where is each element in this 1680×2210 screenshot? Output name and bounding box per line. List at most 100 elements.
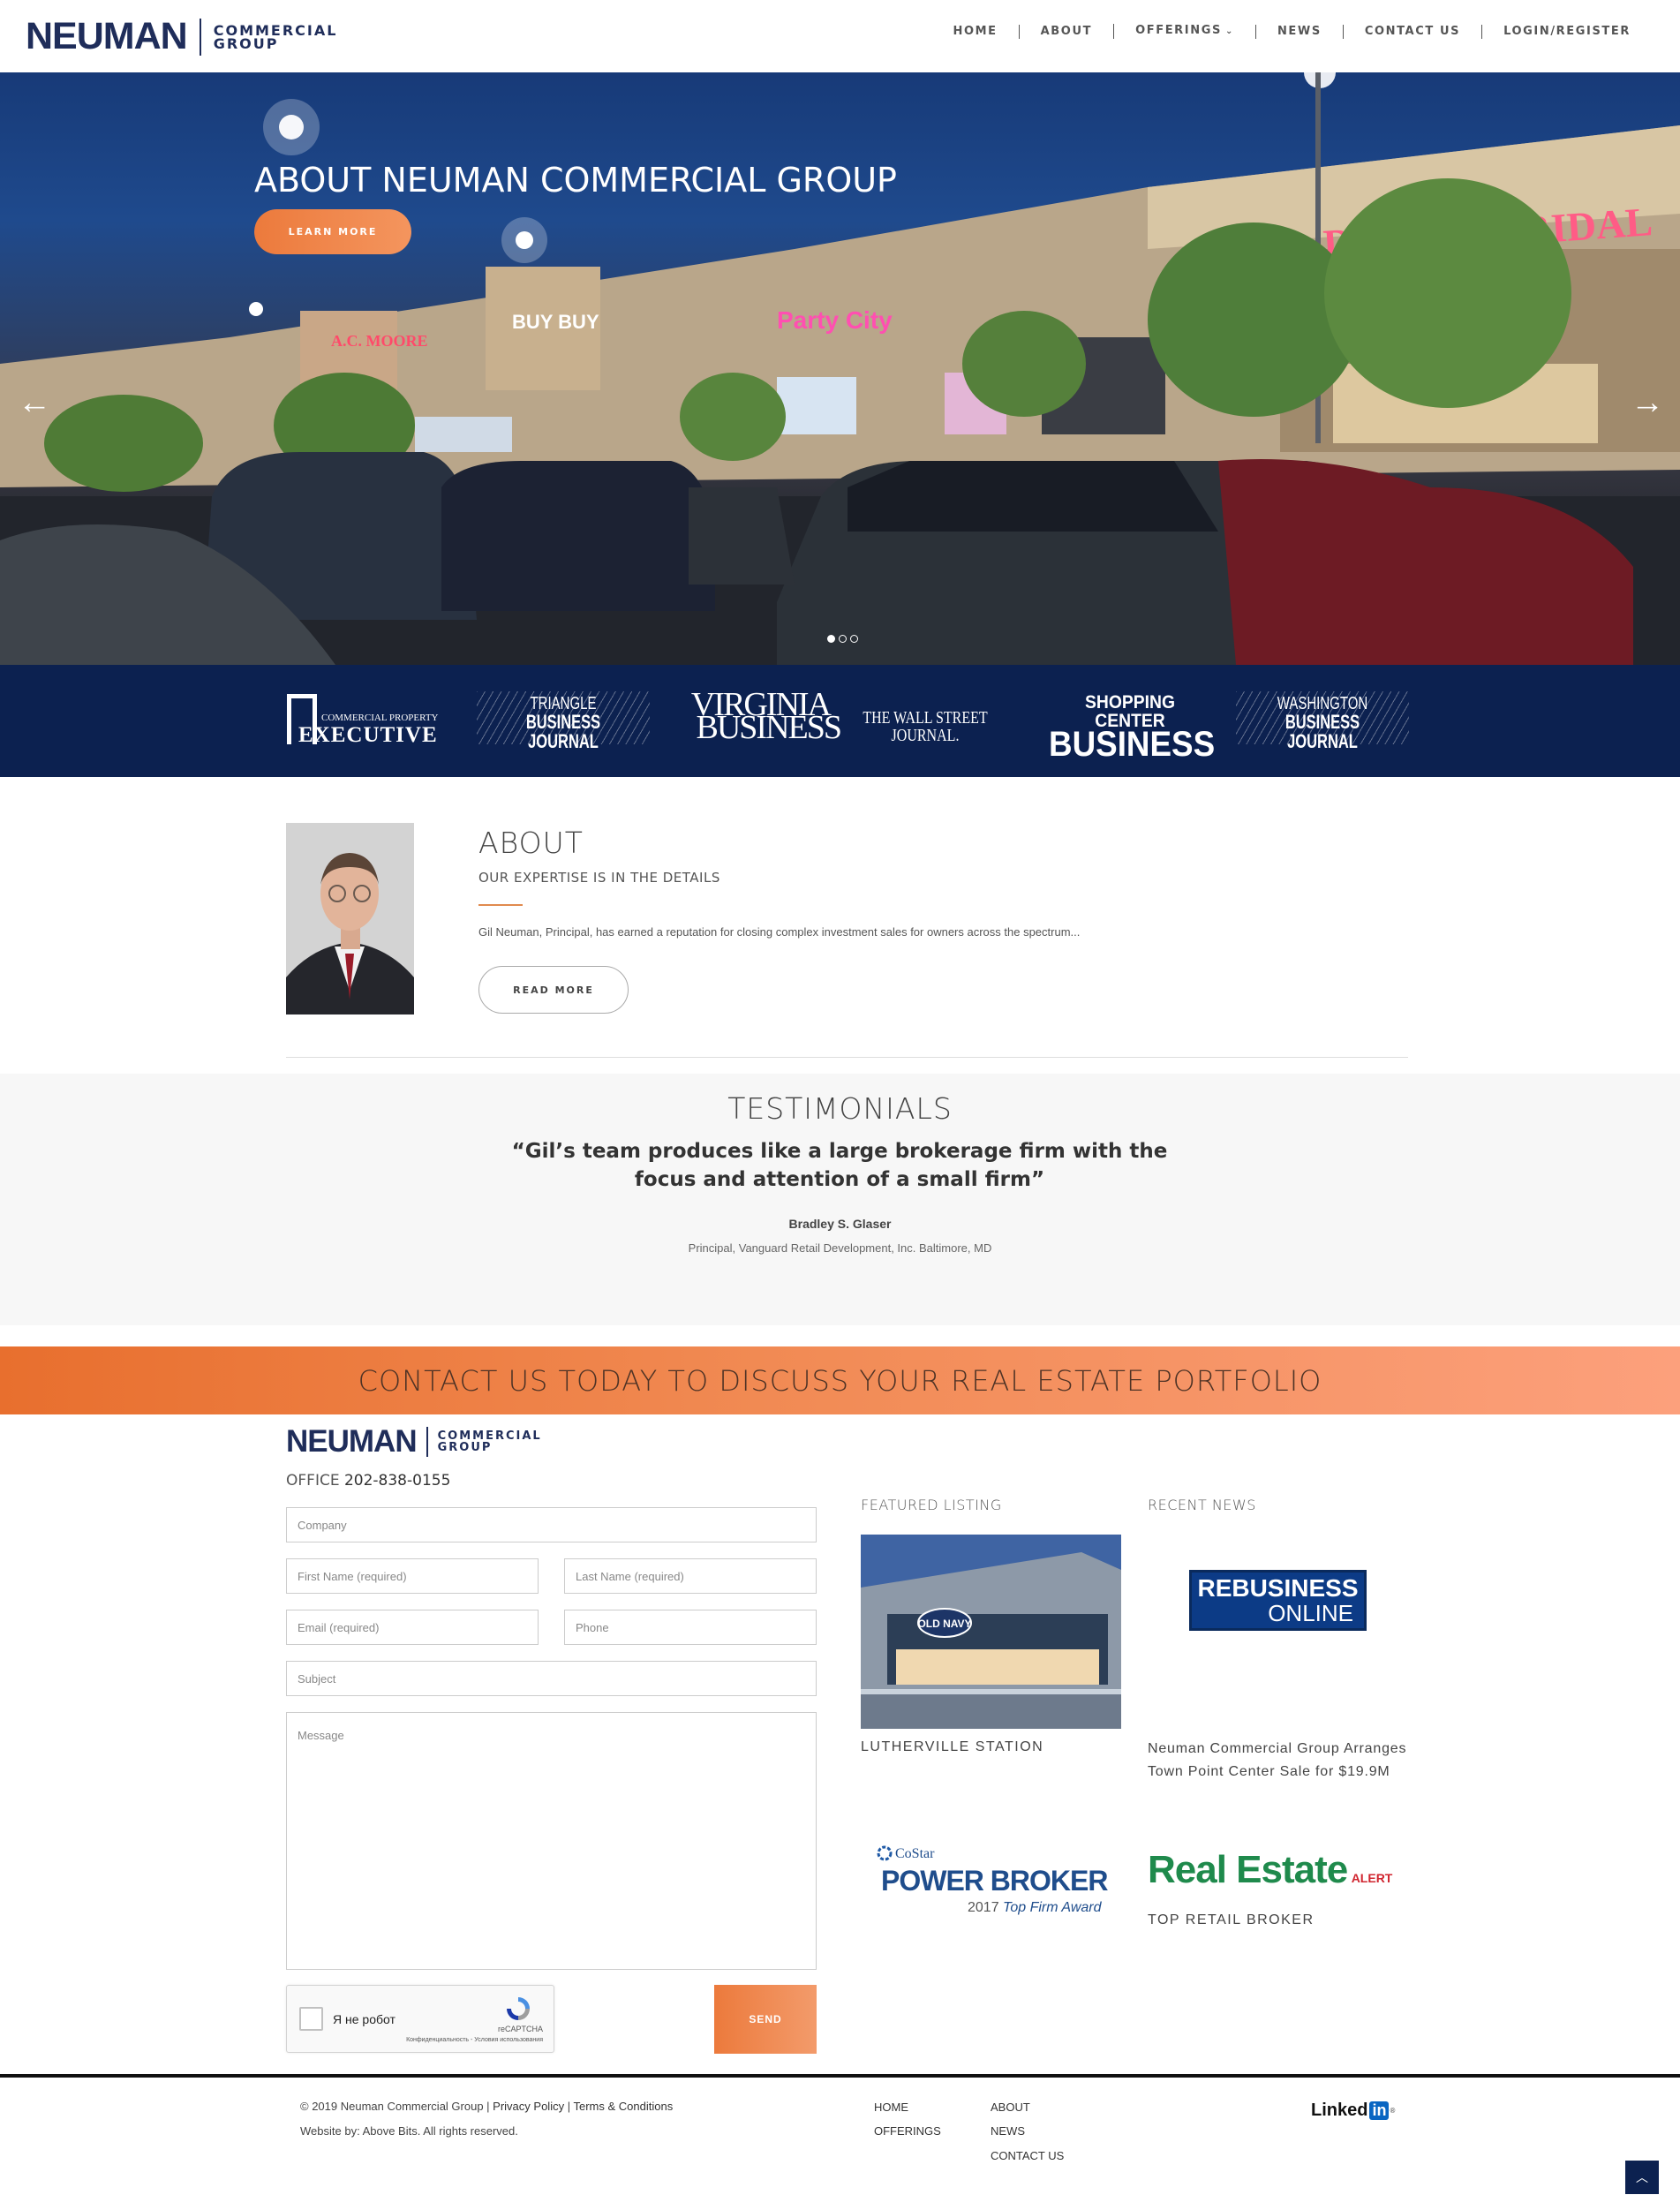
costar-award-text: Top Firm Award: [1003, 1900, 1102, 1915]
recent-news-title: RECENT NEWS: [1148, 1497, 1256, 1513]
recaptcha-brand: reCAPTCHA: [497, 2025, 543, 2033]
press-logos-strip: COMMERCIAL PROPERTY EXECUTIVE TRIANGLE B…: [0, 665, 1680, 777]
main-nav: HOME ABOUT OFFERINGS ⌄ NEWS CONTACT US LO…: [931, 24, 1652, 39]
chevron-down-icon: ⌄: [1224, 26, 1234, 36]
real-estate-alert-sub: ALERT: [1351, 1871, 1393, 1885]
slider-dot-3[interactable]: [850, 635, 858, 643]
testimonials-title: TESTIMONIALS: [727, 1091, 953, 1126]
footer-logo-sub-2: GROUP: [437, 1440, 493, 1454]
hero-sign-party-city: Party City: [777, 306, 893, 334]
nav-login[interactable]: LOGIN/REGISTER: [1481, 24, 1652, 39]
tbj-line-1: TRIANGLE: [530, 694, 597, 713]
terms-link[interactable]: Terms & Conditions: [574, 2100, 674, 2113]
principal-photo: [286, 823, 414, 1014]
footer-logo-subtitle: COMMERCIAL GROUP: [438, 1430, 542, 1453]
footer-link-contact[interactable]: CONTACT US: [991, 2149, 1064, 2162]
news-caption[interactable]: Neuman Commercial Group Arranges Town Po…: [1148, 1738, 1413, 1784]
arrow-right-icon[interactable]: →: [1631, 386, 1664, 419]
logo-sub-line-2: GROUP: [213, 34, 279, 52]
hero-title: ABOUT NEUMAN COMMERCIAL GROUP: [254, 161, 897, 200]
copyright-separator: |: [567, 2100, 571, 2113]
featured-store-sign: OLD NAVY: [917, 1618, 971, 1630]
chevron-up-icon[interactable]: ︿: [1625, 2161, 1659, 2194]
phone-field[interactable]: Phone: [564, 1610, 817, 1645]
costar-award: 2017 Top Firm Award: [968, 1900, 1102, 1916]
message-field[interactable]: Message: [286, 1712, 817, 1970]
nav-news[interactable]: NEWS: [1254, 24, 1343, 39]
about-subtitle: OUR EXPERTISE IS IN THE DETAILS: [478, 870, 720, 886]
testimonials-section: TESTIMONIALS “Gil’s team produces like a…: [0, 1074, 1680, 1325]
footer-rule: [0, 2074, 1680, 2078]
footer-logo-wordmark: NEUMAN: [286, 1424, 418, 1459]
costar-power-broker: POWER BROKER: [881, 1865, 1108, 1897]
tbj-line-2: BUSINESS JOURNAL: [525, 711, 601, 752]
linkedin-icon[interactable]: Linked in ®: [1311, 2101, 1395, 2121]
privacy-policy-link[interactable]: Privacy Policy: [493, 2100, 564, 2113]
rebusiness-line-2: ONLINE: [1268, 1600, 1353, 1626]
logo-divider: [199, 18, 201, 56]
testimonial-author: Bradley S. Glaser: [788, 1217, 892, 1231]
scb-line-2: BUSINESS: [1049, 725, 1216, 764]
featured-listing-caption[interactable]: LUTHERVILLE STATION: [861, 1739, 1043, 1755]
section-divider: [286, 1057, 1408, 1058]
recaptcha-checkbox[interactable]: [299, 2007, 323, 2031]
testimonial-role: Principal, Vanguard Retail Development, …: [688, 1241, 992, 1255]
press-logo-washington-bj: WASHINGTON BUSINESS JOURNAL: [1236, 691, 1409, 751]
wbj-line-2: BUSINESS JOURNAL: [1284, 711, 1360, 752]
slider-dots: [827, 635, 858, 643]
office-phone-line: OFFICE 202-838-0155: [286, 1472, 450, 1490]
featured-listing-image[interactable]: OLD NAVY: [861, 1535, 1121, 1729]
footer-link-news[interactable]: NEWS: [991, 2124, 1025, 2138]
footer-logo[interactable]: NEUMAN COMMERCIAL GROUP: [286, 1426, 542, 1457]
recaptcha-terms[interactable]: Конфиденциальность - Условия использован…: [406, 2037, 543, 2043]
press-logo-shopping-center-business: SHOPPING CENTER BUSINESS: [1042, 693, 1218, 762]
nav-offerings-label: OFFERINGS: [1135, 24, 1222, 37]
about-accent-line: [478, 904, 523, 906]
real-estate-alert-logo: Real Estate ALERT: [1148, 1848, 1413, 1901]
linkedin-text: Linked: [1311, 2101, 1368, 2120]
send-button[interactable]: SEND: [714, 1985, 817, 2054]
top-retail-broker-caption: TOP RETAIL BROKER: [1148, 1912, 1315, 1927]
copyright-line: © 2019 Neuman Commercial Group | Privacy…: [300, 2100, 673, 2113]
footer-link-home[interactable]: HOME: [874, 2101, 908, 2114]
logo-wordmark: NEUMAN: [26, 15, 188, 57]
first-name-field[interactable]: First Name (required): [286, 1558, 539, 1594]
featured-listing-title: FEATURED LISTING: [861, 1497, 1002, 1513]
site-logo[interactable]: NEUMAN COMMERCIAL GROUP: [26, 18, 337, 56]
rebusiness-line-1: REBUSINESS: [1197, 1574, 1359, 1602]
nav-offerings[interactable]: OFFERINGS ⌄: [1113, 24, 1255, 39]
nav-about[interactable]: ABOUT: [1018, 24, 1113, 39]
hero-slider: A.C. MOORE DAVID'S BRIDAL Party City BUY…: [0, 72, 1680, 665]
press-logo-wsj: THE WALL STREET JOURNAL.: [863, 708, 988, 745]
read-more-button[interactable]: READ MORE: [478, 966, 629, 1014]
nav-contact[interactable]: CONTACT US: [1342, 24, 1481, 39]
hero-sign-buybuy: BUY BUY: [512, 311, 599, 333]
company-field[interactable]: Company: [286, 1507, 817, 1542]
copyright-text: © 2019 Neuman Commercial Group |: [300, 2100, 490, 2113]
office-phone[interactable]: 202-838-0155: [344, 1472, 450, 1490]
rebusiness-online-logo[interactable]: REBUSINESS ONLINE: [1189, 1570, 1367, 1631]
arrow-left-icon[interactable]: ←: [18, 386, 51, 419]
site-header: NEUMAN COMMERCIAL GROUP HOME ABOUT OFFER…: [0, 0, 1680, 72]
press-logo-virginia-business: VIRGINIA BUSINESS: [664, 688, 842, 744]
office-label: OFFICE: [286, 1472, 340, 1490]
costar-star-icon: [877, 1845, 893, 1861]
recaptcha-widget: Я не робот reCAPTCHA Конфиденциальность …: [286, 1985, 554, 2053]
real-estate-alert-main: Real Estate: [1148, 1848, 1348, 1891]
slider-dot-2[interactable]: [839, 635, 847, 643]
footer-link-about[interactable]: ABOUT: [991, 2101, 1030, 2114]
wbj-line-1: WASHINGTON: [1277, 694, 1368, 713]
press-logo-triangle-bj: TRIANGLE BUSINESS JOURNAL: [477, 691, 650, 751]
nav-home[interactable]: HOME: [931, 25, 1018, 39]
footer-link-offerings[interactable]: OFFERINGS: [874, 2124, 941, 2138]
cpe-line-2: EXECUTIVE: [298, 723, 438, 747]
email-field[interactable]: Email (required): [286, 1610, 539, 1645]
slider-dot-1[interactable]: [827, 635, 835, 643]
costar-brand: CoStar: [895, 1846, 935, 1861]
footer-logo-divider: [426, 1426, 428, 1457]
last-name-field[interactable]: Last Name (required): [564, 1558, 817, 1594]
subject-field[interactable]: Subject: [286, 1661, 817, 1696]
learn-more-button[interactable]: LEARN MORE: [254, 209, 411, 254]
about-text: Gil Neuman, Principal, has earned a repu…: [478, 925, 1081, 939]
recaptcha-label: Я не робот: [333, 2012, 396, 2026]
